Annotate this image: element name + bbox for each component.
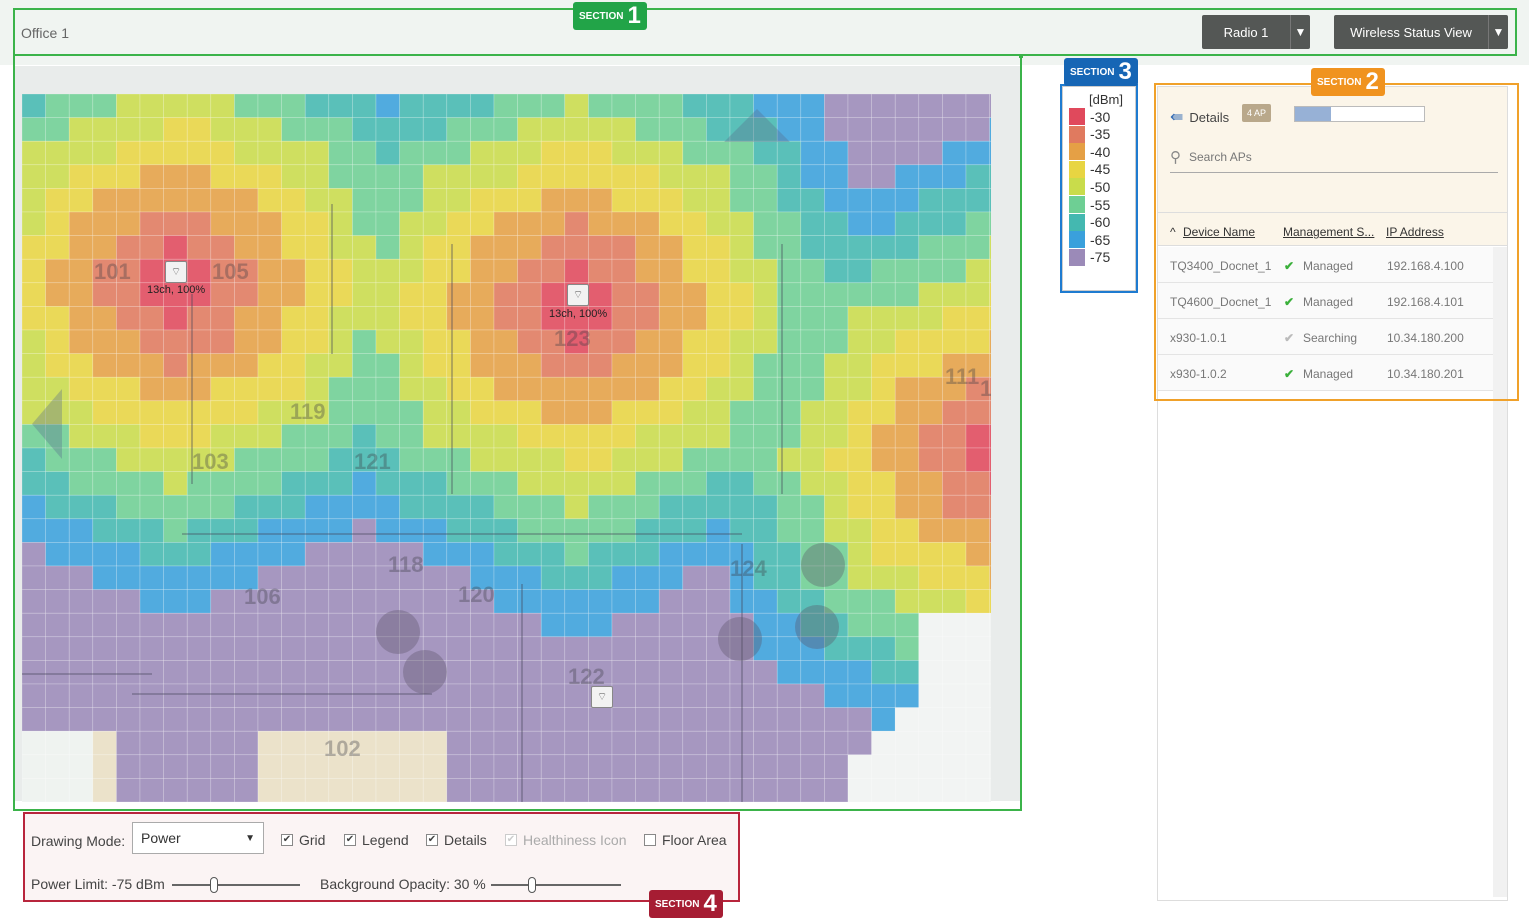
wireless-map-app: Office 1 Radio 1 ▼ Wireless Status View … — [0, 0, 1529, 921]
section-1-outline — [13, 8, 1517, 56]
section-number: 4 — [703, 890, 717, 917]
section-1-tag: SECTION 1 — [573, 2, 647, 30]
section-word: SECTION — [579, 10, 624, 22]
section-1-outline-map — [13, 54, 1022, 811]
section-number: 3 — [1118, 58, 1132, 85]
section-3-outline — [1060, 84, 1138, 293]
section-2-outline — [1154, 83, 1519, 401]
section-number: 2 — [1365, 68, 1379, 95]
section-4-outline — [23, 812, 740, 902]
section-number: 1 — [627, 2, 641, 29]
section-word: SECTION — [1317, 76, 1362, 88]
section-word: SECTION — [655, 898, 700, 910]
section-4-tag: SECTION 4 — [649, 890, 723, 918]
section-1-join — [1019, 54, 1023, 58]
section-2-tag: SECTION 2 — [1311, 68, 1385, 96]
section-word: SECTION — [1070, 66, 1115, 78]
section-3-tag: SECTION 3 — [1064, 58, 1138, 86]
